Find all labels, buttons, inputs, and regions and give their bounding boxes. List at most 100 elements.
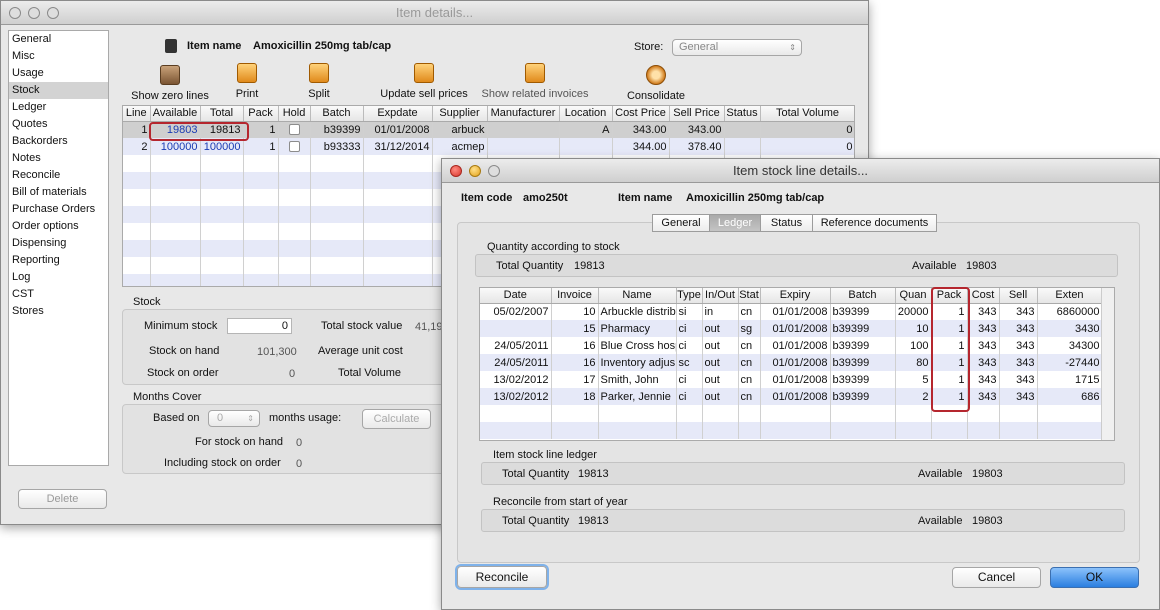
sidebar-item-notes[interactable]: Notes (9, 150, 108, 167)
based-on-stepper[interactable]: 0 ⇕ (208, 410, 260, 427)
update-sell-prices-button[interactable]: Update sell prices (377, 63, 471, 100)
column-header[interactable]: Date (480, 288, 552, 304)
ledger-row[interactable]: 24/05/2011 16 Inventory adjus sc out cn 01/01/… (480, 354, 1103, 371)
table-cell: 343 (999, 303, 1038, 320)
column-header[interactable]: Name (598, 288, 677, 304)
print-label: Print (235, 88, 259, 100)
table-cell (150, 172, 201, 189)
sidebar-item-usage[interactable]: Usage (9, 65, 108, 82)
column-header[interactable]: Batch (310, 106, 364, 122)
table-cell: 343.00 (669, 121, 725, 138)
column-header[interactable]: Sell Price (669, 106, 725, 122)
column-header[interactable]: In/Out (702, 288, 739, 304)
table-cell: Pharmacy (598, 320, 677, 337)
ledger-row[interactable]: 13/02/2012 18 Parker, Jennie ci out cn 01/01/2… (480, 388, 1103, 405)
sidebar-item-stock[interactable]: Stock (9, 82, 108, 99)
table-cell (200, 155, 244, 172)
ledger-row[interactable]: 13/02/2012 17 Smith, John ci out cn 01/01/2008… (480, 371, 1103, 388)
ledger-row[interactable]: 05/02/2007 10 Arbuckle distrib si in cn 01/01/… (480, 303, 1103, 320)
reconcile-button[interactable]: Reconcile (457, 566, 547, 588)
sidebar-item-bill-of-materials[interactable]: Bill of materials (9, 184, 108, 201)
sidebar-item-ledger[interactable]: Ledger (9, 99, 108, 116)
column-header[interactable]: Invoice (551, 288, 599, 304)
column-header[interactable]: Expdate (363, 106, 433, 122)
column-header[interactable]: Sell (999, 288, 1038, 304)
table-cell (1037, 405, 1103, 422)
sidebar-item-order-options[interactable]: Order options (9, 218, 108, 235)
avg-unit-cost-label: Average unit cost (318, 345, 403, 357)
print-button[interactable]: Print (227, 63, 267, 100)
column-header[interactable]: Supplier (432, 106, 488, 122)
table-cell (310, 206, 364, 223)
column-header[interactable]: Line (123, 106, 151, 122)
cancel-button[interactable]: Cancel (952, 567, 1041, 588)
sidebar-item-stores[interactable]: Stores (9, 303, 108, 320)
ok-button[interactable]: OK (1050, 567, 1139, 588)
available-highlight (149, 122, 249, 141)
table-cell (123, 172, 151, 189)
delete-button[interactable]: Delete (18, 489, 107, 509)
store-select[interactable]: General ⇕ (672, 39, 802, 56)
tab-general[interactable]: General (652, 214, 710, 232)
sidebar-item-reporting[interactable]: Reporting (9, 252, 108, 269)
minimize-window-button[interactable] (28, 7, 40, 19)
table-cell: out (702, 337, 739, 354)
sidebar-item-general[interactable]: General (9, 31, 108, 48)
zoom-window-button[interactable] (488, 165, 500, 177)
column-header[interactable]: Cost (967, 288, 1000, 304)
tab-status[interactable]: Status (760, 214, 813, 232)
sidebar-item-backorders[interactable]: Backorders (9, 133, 108, 150)
tab-reference-documents[interactable]: Reference documents (812, 214, 937, 232)
column-header[interactable]: Expiry (760, 288, 831, 304)
split-button[interactable]: Split (301, 63, 337, 100)
show-related-invoices-button[interactable]: Show related invoices (481, 63, 589, 100)
table-cell (243, 274, 279, 286)
column-header[interactable]: Pack (243, 106, 279, 122)
table-cell (598, 422, 677, 439)
table-cell: 343 (967, 320, 1000, 337)
hold-checkbox[interactable] (288, 124, 300, 136)
consolidate-button[interactable]: Consolidate (623, 65, 689, 102)
column-header[interactable]: Type (676, 288, 703, 304)
zoom-window-button[interactable] (47, 7, 59, 19)
column-header[interactable]: Total (200, 106, 244, 122)
calculate-button[interactable]: Calculate (362, 409, 431, 429)
sidebar-item-purchase-orders[interactable]: Purchase Orders (9, 201, 108, 218)
ledger-scrollbar[interactable] (1101, 288, 1114, 440)
column-header[interactable]: Total Volume (760, 106, 854, 122)
sidebar-item-misc[interactable]: Misc (9, 48, 108, 65)
column-header[interactable]: Stat (738, 288, 761, 304)
min-stock-input[interactable]: 0 (227, 318, 292, 334)
tab-ledger[interactable]: Ledger (709, 214, 761, 232)
column-header[interactable]: Available (150, 106, 201, 122)
table-cell: 0 (760, 121, 854, 138)
column-header[interactable]: Cost Price (612, 106, 670, 122)
table-cell (480, 320, 552, 337)
close-window-button[interactable] (9, 7, 21, 19)
hold-checkbox[interactable] (288, 141, 300, 153)
sidebar-item-log[interactable]: Log (9, 269, 108, 286)
sidebar-item-cst[interactable]: CST (9, 286, 108, 303)
column-header[interactable]: Batch (830, 288, 896, 304)
table-cell (150, 274, 201, 286)
lock-icon (165, 39, 177, 53)
column-header[interactable]: Hold (278, 106, 311, 122)
sidebar-item-dispensing[interactable]: Dispensing (9, 235, 108, 252)
column-header[interactable]: Manufacturer (487, 106, 560, 122)
column-header[interactable]: Location (559, 106, 613, 122)
column-header[interactable]: Exten (1037, 288, 1103, 304)
minimize-window-button[interactable] (469, 165, 481, 177)
show-zero-lines-button[interactable]: Show zero lines (131, 65, 209, 102)
close-window-button[interactable] (450, 165, 462, 177)
ledger-row[interactable]: 24/05/2011 16 Blue Cross hosp ci out cn 01/01/… (480, 337, 1103, 354)
column-header[interactable]: Quan (895, 288, 932, 304)
ledger-row[interactable]: 15 Pharmacy ci out sg 01/01/2008 b39399 10 1 343 3… (480, 320, 1103, 337)
refresh-icon (414, 63, 434, 83)
table-cell (551, 405, 599, 422)
table-cell (702, 422, 739, 439)
sidebar-item-quotes[interactable]: Quotes (9, 116, 108, 133)
table-cell (895, 405, 932, 422)
table-cell: 100 (895, 337, 932, 354)
sidebar-item-reconcile[interactable]: Reconcile (9, 167, 108, 184)
column-header[interactable]: Status (724, 106, 761, 122)
